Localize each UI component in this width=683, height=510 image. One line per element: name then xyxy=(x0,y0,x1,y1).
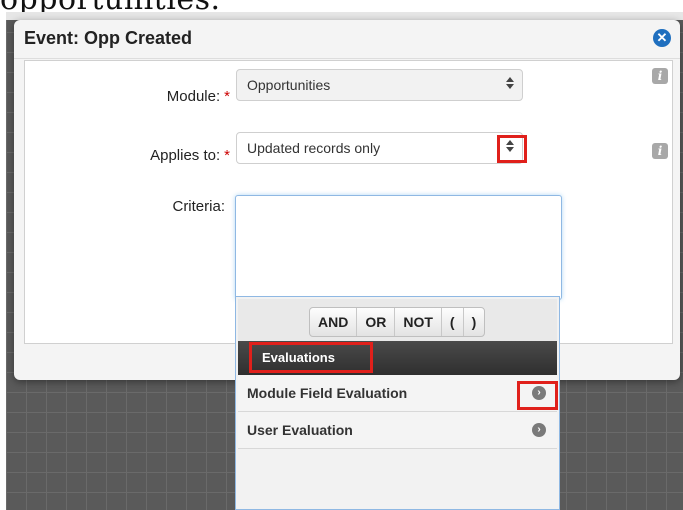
modal-title: Event: Opp Created xyxy=(24,28,193,48)
required-marker: * xyxy=(224,147,230,164)
close-paren-button[interactable]: ) xyxy=(464,308,485,336)
menu-item-label: Module Field Evaluation xyxy=(247,385,408,401)
arrow-right-circle-icon[interactable]: › xyxy=(532,423,546,437)
module-select-value: Opportunities xyxy=(247,77,331,93)
operators-bar: AND OR NOT ( ) xyxy=(238,299,557,341)
criteria-label: Criteria: xyxy=(172,198,225,215)
menu-item-user-evaluation[interactable]: User Evaluation › xyxy=(238,412,557,449)
or-operator-button[interactable]: OR xyxy=(357,308,396,336)
applies-to-select-value: Updated records only xyxy=(247,140,381,156)
highlight-module-field-arrow xyxy=(517,381,558,410)
highlight-select-arrows xyxy=(497,135,527,163)
highlight-evaluations-label xyxy=(249,342,373,373)
info-icon[interactable]: i xyxy=(652,68,668,84)
menu-item-label: User Evaluation xyxy=(247,422,353,438)
close-icon[interactable]: ✕ xyxy=(653,29,671,47)
required-marker: * xyxy=(224,88,230,105)
not-operator-button[interactable]: NOT xyxy=(395,308,442,336)
canvas-top-strip xyxy=(6,12,683,20)
applies-to-label: Applies to: * xyxy=(150,147,230,164)
menu-item-module-field-evaluation[interactable]: Module Field Evaluation › xyxy=(238,375,557,412)
modal-header: Event: Opp Created ✕ xyxy=(14,20,680,59)
select-arrows-icon xyxy=(503,75,517,95)
applies-to-select[interactable]: Updated records only xyxy=(236,132,523,164)
criteria-input[interactable] xyxy=(235,195,562,300)
open-paren-button[interactable]: ( xyxy=(442,308,464,336)
module-label: Module: * xyxy=(166,88,230,105)
operator-button-group: AND OR NOT ( ) xyxy=(309,307,486,337)
and-operator-button[interactable]: AND xyxy=(310,308,358,336)
module-select[interactable]: Opportunities xyxy=(236,69,523,101)
criteria-builder-dropdown: AND OR NOT ( ) Evaluations Module Field … xyxy=(235,296,560,510)
info-icon[interactable]: i xyxy=(652,143,668,159)
